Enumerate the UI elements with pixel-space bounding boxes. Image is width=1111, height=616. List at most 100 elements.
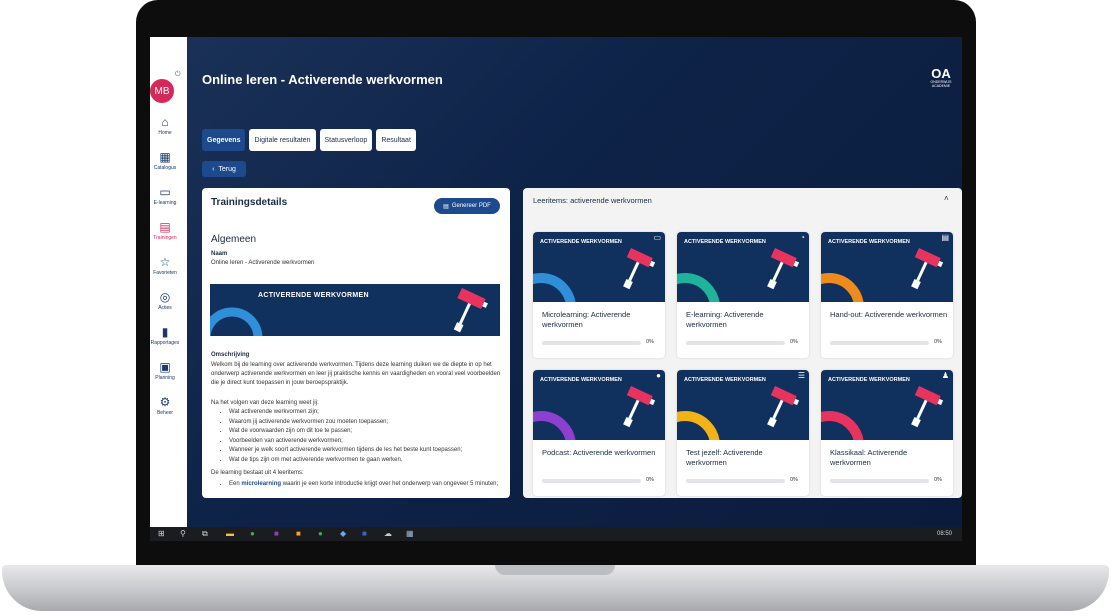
description-label: Omschrijving: [211, 352, 250, 358]
goals-intro: Na het volgen van deze learning weet jij…: [211, 400, 319, 406]
clock-icon: ◔: [800, 233, 805, 242]
pdf-icon: ▤: [443, 203, 449, 210]
tile-image: ACTIVERENDE WERKVORMEN ◔: [677, 232, 809, 302]
sidebar-item-label: Favorieten: [153, 270, 177, 276]
page-title: Online leren - Activerende werkvormen: [202, 72, 443, 87]
back-button[interactable]: ‹ Terug: [202, 161, 246, 177]
progress-bar: [830, 341, 929, 345]
tile-name: Hand-out: Activerende werkvormen: [830, 310, 948, 319]
sidebar-item-planning[interactable]: ▣ Planning: [150, 360, 180, 382]
logo-line-2: ACADEMIE: [931, 84, 951, 88]
bar-chart-icon: ▮: [161, 325, 169, 339]
learning-item-tile[interactable]: ACTIVERENDE WERKVORMEN ♟ Klassikaal: Activ…: [821, 370, 953, 496]
tile-header-text: ACTIVERENDE WERKVORMEN: [540, 239, 622, 245]
messenger-icon[interactable]: ◆: [340, 528, 346, 540]
task-view-icon[interactable]: ⧉: [202, 528, 208, 540]
tile-image: ACTIVERENDE WERKVORMEN ▭: [533, 232, 665, 302]
avatar[interactable]: MB: [150, 79, 174, 103]
chevron-up-icon[interactable]: ˄: [944, 194, 949, 203]
goal-item: Voorbeelden van activerende werkvormen;: [229, 437, 462, 447]
progress-percent: 0%: [646, 339, 654, 345]
tile-name: E-learning: Activerende werkvormen: [686, 310, 764, 329]
onenote-icon[interactable]: ■: [274, 528, 279, 540]
tile-name: Test jezelf: Activerende werkvormen: [686, 448, 763, 467]
training-banner: ACTIVERENDE WERKVORMEN: [210, 284, 500, 336]
laptop-notch: [495, 565, 615, 575]
learning-item-tile[interactable]: ACTIVERENDE WERKVORMEN ☰ Test jezelf: Acti…: [677, 370, 809, 496]
power-icon[interactable]: ⏻: [175, 71, 181, 79]
calendar-icon: ▤: [159, 220, 171, 234]
sidebar-item-catalogus[interactable]: ▦ Catalogus: [150, 150, 180, 172]
tile-header-text: ACTIVERENDE WERKVORMEN: [684, 239, 766, 245]
sidebar-item-beheer[interactable]: ⚙ Beheer: [150, 395, 180, 417]
tile-image: ACTIVERENDE WERKVORMEN ●: [533, 370, 665, 440]
tile-image: ACTIVERENDE WERKVORMEN ☰: [677, 370, 809, 440]
sidebar-item-favorieten[interactable]: ☆ Favorieten: [150, 255, 180, 277]
tab-statusverloop[interactable]: Statusverloop: [319, 129, 373, 151]
learning-item-tile[interactable]: ACTIVERENDE WERKVORMEN ▭ Microlearning: Ac…: [533, 232, 665, 358]
progress-bar: [686, 479, 785, 483]
learning-item-tile[interactable]: ACTIVERENDE WERKVORMEN ● Podcast: Activere…: [533, 370, 665, 496]
sidebar-item-label: Home: [158, 130, 172, 136]
goal-item: Wanneer je welk soort activerende werkvo…: [229, 446, 462, 456]
generate-pdf-button[interactable]: ▤ Genereer PDF: [434, 198, 500, 214]
training-details-card: Trainingsdetails ▤ Genereer PDF Algemeen…: [202, 188, 510, 498]
tile-header-text: ACTIVERENDE WERKVORMEN: [684, 377, 766, 383]
progress-bar: [686, 341, 785, 345]
progress-bar: [542, 341, 641, 345]
generate-pdf-label: Genereer PDF: [451, 203, 491, 209]
windows-start-icon[interactable]: ⊞: [158, 528, 165, 540]
microlearning-link[interactable]: microlearning: [241, 481, 281, 487]
items-intro: De learning bestaat uit 4 leeritems:: [211, 470, 304, 476]
tile-header-text: ACTIVERENDE WERKVORMEN: [540, 377, 622, 383]
laptop-icon: ▭: [653, 233, 661, 242]
chevron-left-icon: ‹: [212, 165, 215, 173]
spotify-icon[interactable]: ●: [318, 528, 323, 540]
learning-item-tile[interactable]: ACTIVERENDE WERKVORMEN ◔ E-learning: Activ…: [677, 232, 809, 358]
name-label: Naam: [211, 251, 228, 257]
calculator-icon[interactable]: ▦: [406, 528, 414, 540]
sidebar-item-label: Rapportages: [150, 340, 180, 346]
sidebar-item-rapportages[interactable]: ▮ Rapportages: [150, 325, 180, 347]
cloud-app-icon[interactable]: ☁: [384, 528, 392, 540]
microphone-icon: ●: [656, 371, 661, 380]
sidebar-item-trainingen[interactable]: ▤ Trainingen: [150, 220, 180, 242]
clock: 08:50: [936, 531, 952, 537]
target-icon: ◎: [159, 290, 171, 304]
section-title: Algemeen: [211, 234, 257, 245]
progress-percent: 0%: [646, 477, 654, 483]
sidebar-item-label: Planning: [155, 375, 175, 381]
chrome-icon[interactable]: ●: [250, 528, 255, 540]
sidebar-item-label: Beheer: [156, 410, 174, 416]
photos-icon[interactable]: ■: [296, 528, 301, 540]
sidebar-item-label: Trainingen: [153, 235, 177, 241]
search-icon[interactable]: ⚲: [180, 528, 186, 540]
planning-icon: ▣: [159, 360, 171, 374]
progress-percent: 0%: [790, 339, 798, 345]
logo-mark: OA: [931, 66, 951, 81]
tile-header-text: ACTIVERENDE WERKVORMEN: [828, 239, 910, 245]
tile-name: Podcast: Activerende werkvormen: [542, 448, 656, 457]
item-rest: waarin je een korte introductie krijgt o…: [282, 481, 499, 487]
goals-list: Wat activerende werkvormen zijn; Waarom …: [211, 408, 462, 466]
progress-bar: [830, 479, 929, 483]
star-icon: ☆: [159, 255, 171, 269]
progress-bar: [542, 479, 641, 483]
checklist-icon: ☰: [797, 371, 805, 380]
sidebar-item-e-learning[interactable]: ▭ E-learning: [150, 185, 180, 207]
tab-gegevens[interactable]: Gegevens: [202, 129, 246, 151]
tab-resultaat[interactable]: Resultaat: [376, 129, 416, 151]
goal-item: Wat activerende werkvormen zijn;: [229, 408, 462, 418]
card-title: Trainingsdetails: [211, 197, 288, 208]
learning-item-tile[interactable]: ACTIVERENDE WERKVORMEN ▤ Hand-out: Activer…: [821, 232, 953, 358]
sidebar-item-home[interactable]: ⌂ Home: [150, 115, 180, 137]
leeritems-title: Leeritems: activerende werkvormen: [533, 196, 652, 205]
goal-item: Wat de tips zijn om met activerende werk…: [229, 456, 462, 466]
sidebar: MB ⏻ ⌂ Home ▦ Catalogus ▭ E-learning ▤ Training…: [150, 37, 187, 527]
file-explorer-icon[interactable]: ▬: [226, 528, 234, 540]
sidebar-item-acties[interactable]: ◎ Acties: [150, 290, 180, 312]
word-icon[interactable]: ■: [362, 528, 367, 540]
goal-item: Wat de voorwaarden zijn om dit toe te pa…: [229, 427, 462, 437]
tab-digitale-resultaten[interactable]: Digitale resultaten: [249, 129, 316, 151]
classroom-icon: ♟: [941, 371, 949, 380]
